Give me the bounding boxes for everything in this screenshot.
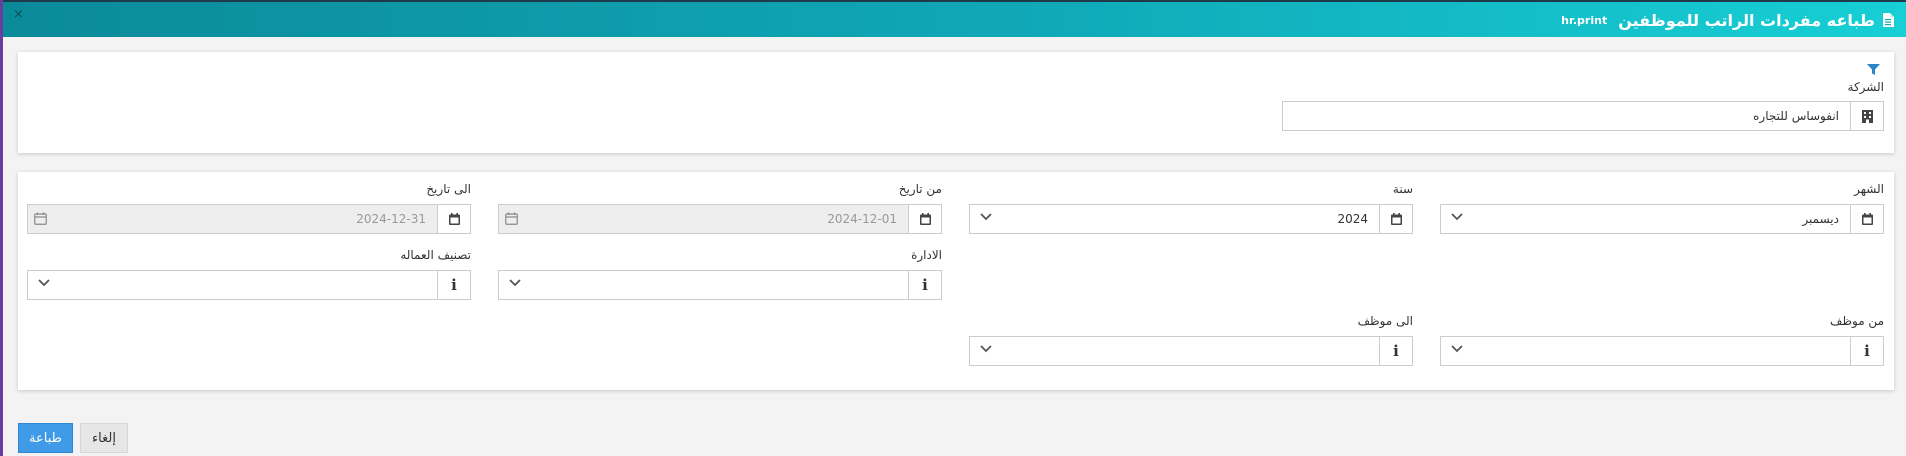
company-filter-card: الشركة انفوساس للتجاره <box>18 52 1894 153</box>
chevron-down-icon[interactable] <box>38 279 50 287</box>
cancel-button[interactable]: إلغاء <box>80 423 128 453</box>
calendar-icon <box>1861 213 1873 225</box>
company-addon <box>1850 102 1883 130</box>
dialog-title: طباعه مفردات الراتب للموظفين <box>1618 10 1875 30</box>
department-select[interactable]: i <box>498 270 942 300</box>
chevron-down-icon[interactable] <box>980 213 992 221</box>
from-date-addon <box>908 205 941 233</box>
info-icon: i <box>1864 342 1870 360</box>
report-filters-card: الشهر سنة من تاريخ الى تاريخ ديسمبر 2024… <box>18 172 1894 390</box>
year-addon <box>1379 205 1412 233</box>
print-button[interactable]: طباعة <box>18 423 73 453</box>
to-employee-select[interactable]: i <box>969 336 1413 366</box>
filter-icon[interactable] <box>1867 64 1880 75</box>
to-date-value: 2024-12-31 <box>356 212 426 226</box>
month-label: الشهر <box>1854 182 1884 196</box>
from-date-value: 2024-12-01 <box>827 212 897 226</box>
to-employee-label: الى موظف <box>1357 314 1413 328</box>
info-icon: i <box>1393 342 1399 360</box>
dialog-title-group: طباعه مفردات الراتب للموظفين hr.print <box>1561 7 1894 33</box>
worker-class-select[interactable]: i <box>27 270 471 300</box>
close-icon[interactable]: × <box>13 8 24 21</box>
to-date-addon <box>437 205 470 233</box>
document-icon <box>1883 13 1894 27</box>
chevron-down-icon[interactable] <box>1451 345 1463 353</box>
from-employee-select[interactable]: i <box>1440 336 1884 366</box>
month-addon <box>1850 205 1883 233</box>
year-label: سنة <box>1392 182 1413 196</box>
company-label: الشركة <box>1847 80 1884 94</box>
chevron-down-icon[interactable] <box>509 279 521 287</box>
worker-class-label: تصنيف العماله <box>400 248 471 262</box>
month-select[interactable]: ديسمبر <box>1440 204 1884 234</box>
year-select[interactable]: 2024 <box>969 204 1413 234</box>
building-icon <box>1861 109 1873 123</box>
info-icon: i <box>451 276 457 294</box>
year-value: 2024 <box>1337 212 1368 226</box>
calendar-icon <box>1390 213 1402 225</box>
calendar-icon <box>505 212 518 225</box>
department-label: الادارة <box>911 248 942 262</box>
to-date-field: 2024-12-31 <box>27 204 471 234</box>
info-icon: i <box>922 276 928 294</box>
calendar-icon <box>448 213 460 225</box>
to-employee-addon: i <box>1379 337 1412 365</box>
chevron-down-icon[interactable] <box>1451 213 1463 221</box>
window-left-accent <box>0 0 3 456</box>
worker-class-addon: i <box>437 271 470 299</box>
chevron-down-icon[interactable] <box>980 345 992 353</box>
company-field[interactable]: انفوساس للتجاره <box>1282 101 1884 131</box>
from-date-field: 2024-12-01 <box>498 204 942 234</box>
report-code: hr.print <box>1561 13 1608 27</box>
to-date-label: الى تاريخ <box>426 182 471 196</box>
calendar-icon <box>34 212 47 225</box>
department-addon: i <box>908 271 941 299</box>
from-employee-addon: i <box>1850 337 1883 365</box>
company-value: انفوساس للتجاره <box>1753 109 1839 123</box>
from-employee-label: من موظف <box>1830 314 1884 328</box>
dialog-titlebar: × طباعه مفردات الراتب للموظفين hr.print <box>3 0 1906 37</box>
month-value: ديسمبر <box>1802 212 1839 226</box>
from-date-label: من تاريخ <box>898 182 942 196</box>
calendar-icon <box>919 213 931 225</box>
